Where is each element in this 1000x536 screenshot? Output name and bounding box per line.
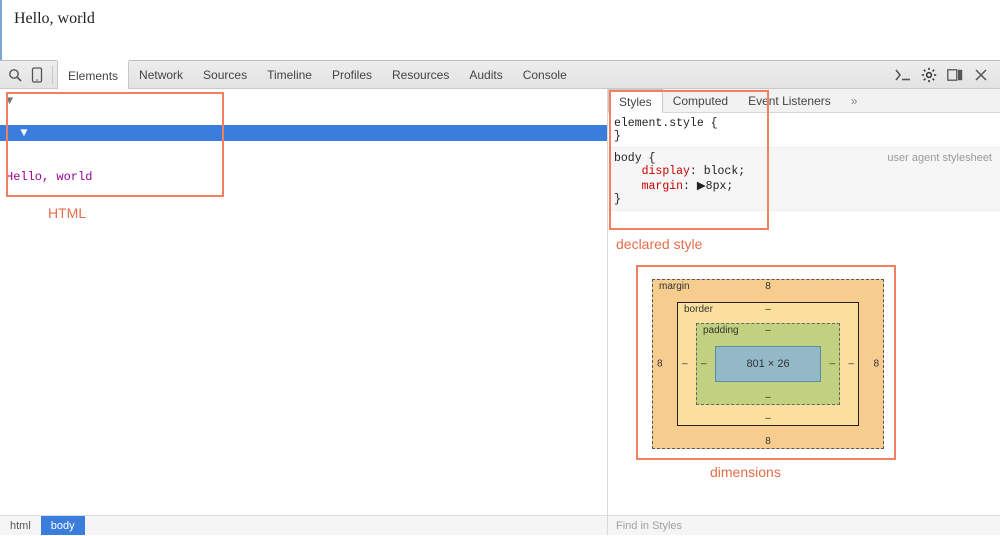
dom-tree[interactable]: ▼ ▼ Hello, world — [0, 89, 607, 515]
crumb-html[interactable]: html — [0, 516, 41, 535]
styles-tab-event-listeners[interactable]: Event Listeners — [738, 89, 841, 113]
bm-border-top: – — [765, 304, 771, 315]
dom-node[interactable] — [0, 109, 607, 125]
styles-tab-more[interactable]: » — [841, 89, 868, 113]
console-drawer-icon[interactable] — [892, 64, 914, 86]
dock-icon[interactable] — [944, 64, 966, 86]
element-style-rule[interactable]: element.style { } — [608, 113, 1000, 148]
styles-tab-styles[interactable]: Styles — [608, 89, 663, 113]
bm-border-bottom: – — [765, 413, 771, 424]
annotation-label-dimensions: dimensions — [710, 464, 781, 480]
box-model-padding[interactable]: padding – – – – 801 × 26 — [696, 323, 840, 405]
bm-padding-right: – — [829, 359, 835, 370]
body-rule[interactable]: user agent stylesheet body { display: bl… — [608, 148, 1000, 211]
toolbar-right-icons — [892, 64, 996, 86]
tab-network[interactable]: Network — [129, 61, 193, 89]
annotation-label-html: HTML — [48, 205, 86, 221]
tab-sources[interactable]: Sources — [193, 61, 257, 89]
tab-audits[interactable]: Audits — [459, 61, 512, 89]
separator — [52, 66, 53, 84]
box-model-border[interactable]: border – – – – padding – – – – 801 × 26 — [677, 302, 859, 426]
bm-border-left: – — [682, 359, 688, 370]
close-icon[interactable] — [970, 64, 992, 86]
dom-node[interactable]: ▼ — [0, 125, 607, 141]
bm-margin-left: 8 — [657, 359, 663, 370]
tab-elements[interactable]: Elements — [57, 60, 129, 89]
bm-border-label: border — [684, 304, 713, 315]
annotation-box-dimensions: margin 8 8 8 8 border – – – – padding – … — [636, 265, 896, 460]
rule-selector: element.style { — [614, 117, 994, 130]
bm-content-size: 801 × 26 — [746, 358, 789, 370]
tab-timeline[interactable]: Timeline — [257, 61, 322, 89]
styles-tab-computed[interactable]: Computed — [663, 89, 738, 113]
page-viewport: Hello, world — [0, 0, 1000, 60]
bm-margin-top: 8 — [765, 281, 771, 292]
annotation-label-declared-style: declared style — [616, 236, 702, 252]
bm-padding-left: – — [701, 359, 707, 370]
bm-padding-label: padding — [703, 325, 739, 336]
inspect-icon[interactable] — [4, 64, 26, 86]
find-in-styles[interactable]: Find in Styles — [608, 515, 1000, 535]
page-text: Hello, world — [14, 10, 95, 27]
bm-padding-bottom: – — [765, 392, 771, 403]
bm-margin-label: margin — [659, 281, 690, 292]
rule-origin-note: user agent stylesheet — [887, 152, 992, 164]
bm-margin-right: 8 — [873, 359, 879, 370]
css-declaration[interactable]: margin: ▶8px; — [614, 178, 994, 193]
styles-sub-tabs: StylesComputedEvent Listeners» — [608, 89, 1000, 113]
rule-close: } — [614, 193, 994, 206]
settings-icon[interactable] — [918, 64, 940, 86]
dom-node[interactable]: Hello, world — [0, 141, 607, 185]
tab-profiles[interactable]: Profiles — [322, 61, 382, 89]
elements-left-pane: ▼ ▼ Hello, world htmlbody — [0, 89, 608, 535]
toolbar-tabs: ElementsNetworkSourcesTimelineProfilesRe… — [57, 61, 577, 89]
tab-console[interactable]: Console — [513, 61, 577, 89]
devtools-toolbar: ElementsNetworkSourcesTimelineProfilesRe… — [0, 61, 1000, 89]
bm-border-right: – — [848, 359, 854, 370]
bm-padding-top: – — [765, 325, 771, 336]
box-model-content[interactable]: 801 × 26 — [715, 346, 821, 382]
dom-node[interactable] — [0, 197, 607, 213]
dom-node[interactable]: ▼ — [0, 93, 607, 109]
rule-close: } — [614, 130, 994, 143]
dom-node[interactable] — [0, 213, 607, 229]
css-declaration[interactable]: display: block; — [614, 165, 994, 178]
bm-margin-bottom: 8 — [765, 436, 771, 447]
box-model-margin[interactable]: margin 8 8 8 8 border – – – – padding – … — [652, 279, 884, 449]
crumb-body[interactable]: body — [41, 516, 85, 535]
breadcrumb: htmlbody — [0, 515, 607, 535]
device-mode-icon[interactable] — [26, 64, 48, 86]
tab-resources[interactable]: Resources — [382, 61, 459, 89]
